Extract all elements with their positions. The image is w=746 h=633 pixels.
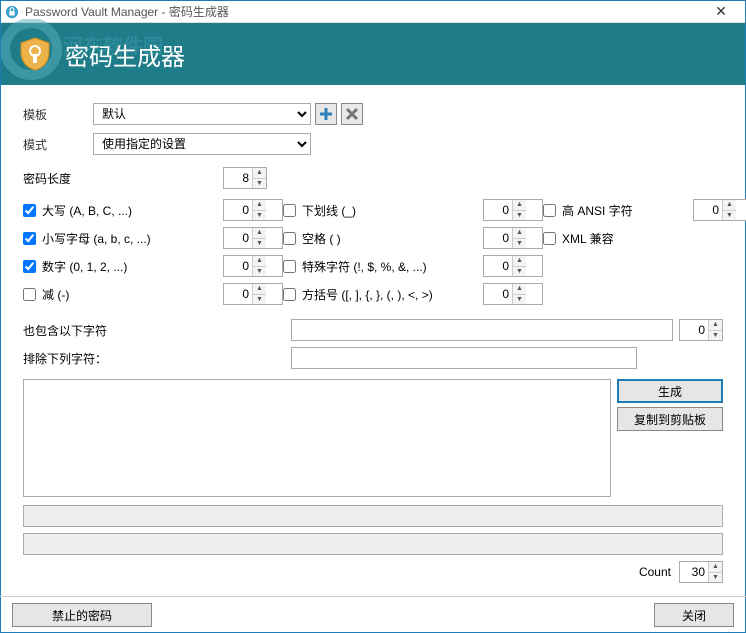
- space-min-spinner[interactable]: ▲▼: [483, 227, 543, 249]
- delete-template-button[interactable]: [341, 103, 363, 125]
- minus-min-spinner[interactable]: ▲▼: [223, 283, 283, 305]
- spin-up-icon[interactable]: ▲: [253, 168, 266, 179]
- lowercase-min-spinner[interactable]: ▲▼: [223, 227, 283, 249]
- template-label: 模板: [23, 106, 93, 123]
- main-content: 模板 默认 模式 使用指定的设置 密码长度 ▲▼ 大写 (A, B, C, ..…: [1, 85, 745, 593]
- include-label: 也包含以下字符: [23, 322, 291, 339]
- exclude-input[interactable]: [291, 347, 637, 369]
- output-textarea[interactable]: [23, 379, 611, 497]
- forbidden-passwords-button[interactable]: 禁止的密码: [12, 603, 152, 627]
- mode-select[interactable]: 使用指定的设置: [93, 133, 311, 155]
- app-icon: [5, 5, 19, 19]
- length-spinner[interactable]: ▲▼: [223, 167, 267, 189]
- uppercase-min-spinner[interactable]: ▲▼: [223, 199, 283, 221]
- close-footer-button[interactable]: 关闭: [654, 603, 734, 627]
- bracket-checkbox[interactable]: 方括号 ([, ], {, }, (, ), <, >): [283, 286, 483, 303]
- digits-min-spinner[interactable]: ▲▼: [223, 255, 283, 277]
- include-input[interactable]: [291, 319, 673, 341]
- xml-checkbox[interactable]: XML 兼容: [543, 230, 693, 247]
- copy-button[interactable]: 复制到剪贴板: [617, 407, 723, 431]
- strength-bar-2: [23, 533, 723, 555]
- uppercase-checkbox[interactable]: 大写 (A, B, C, ...): [23, 202, 223, 219]
- special-min-spinner[interactable]: ▲▼: [483, 255, 543, 277]
- ansi-checkbox[interactable]: 高 ANSI 字符: [543, 202, 693, 219]
- generate-button[interactable]: 生成: [617, 379, 723, 403]
- length-label: 密码长度: [23, 170, 223, 187]
- underscore-min-spinner[interactable]: ▲▼: [483, 199, 543, 221]
- digits-checkbox[interactable]: 数字 (0, 1, 2, ...): [23, 258, 223, 275]
- x-icon: [345, 107, 359, 121]
- footer: 禁止的密码 关闭: [0, 596, 746, 633]
- special-checkbox[interactable]: 特殊字符 (!, $, %, &, ...): [283, 258, 483, 275]
- include-min-spinner[interactable]: ▲▼: [679, 319, 723, 341]
- window-title: Password Vault Manager - 密码生成器: [25, 3, 701, 20]
- ansi-min-spinner[interactable]: ▲▼: [693, 199, 746, 221]
- mode-label: 模式: [23, 136, 93, 153]
- count-spinner[interactable]: ▲▼: [679, 561, 723, 583]
- space-checkbox[interactable]: 空格 ( ): [283, 230, 483, 247]
- lowercase-checkbox[interactable]: 小写字母 (a, b, c, ...): [23, 230, 223, 247]
- strength-bar-1: [23, 505, 723, 527]
- add-template-button[interactable]: [315, 103, 337, 125]
- underscore-checkbox[interactable]: 下划线 (_): [283, 202, 483, 219]
- bracket-min-spinner[interactable]: ▲▼: [483, 283, 543, 305]
- minus-checkbox[interactable]: 减 (-): [23, 286, 223, 303]
- header-banner: 河东软件园 密码生成器: [1, 23, 745, 85]
- close-button[interactable]: ✕: [701, 3, 741, 20]
- count-label: Count: [639, 565, 671, 579]
- plus-icon: [319, 107, 333, 121]
- spin-down-icon[interactable]: ▼: [253, 179, 266, 189]
- page-title: 密码生成器: [65, 37, 185, 72]
- shield-icon: [17, 36, 53, 72]
- exclude-label: 排除下列字符：: [23, 350, 291, 367]
- template-select[interactable]: 默认: [93, 103, 311, 125]
